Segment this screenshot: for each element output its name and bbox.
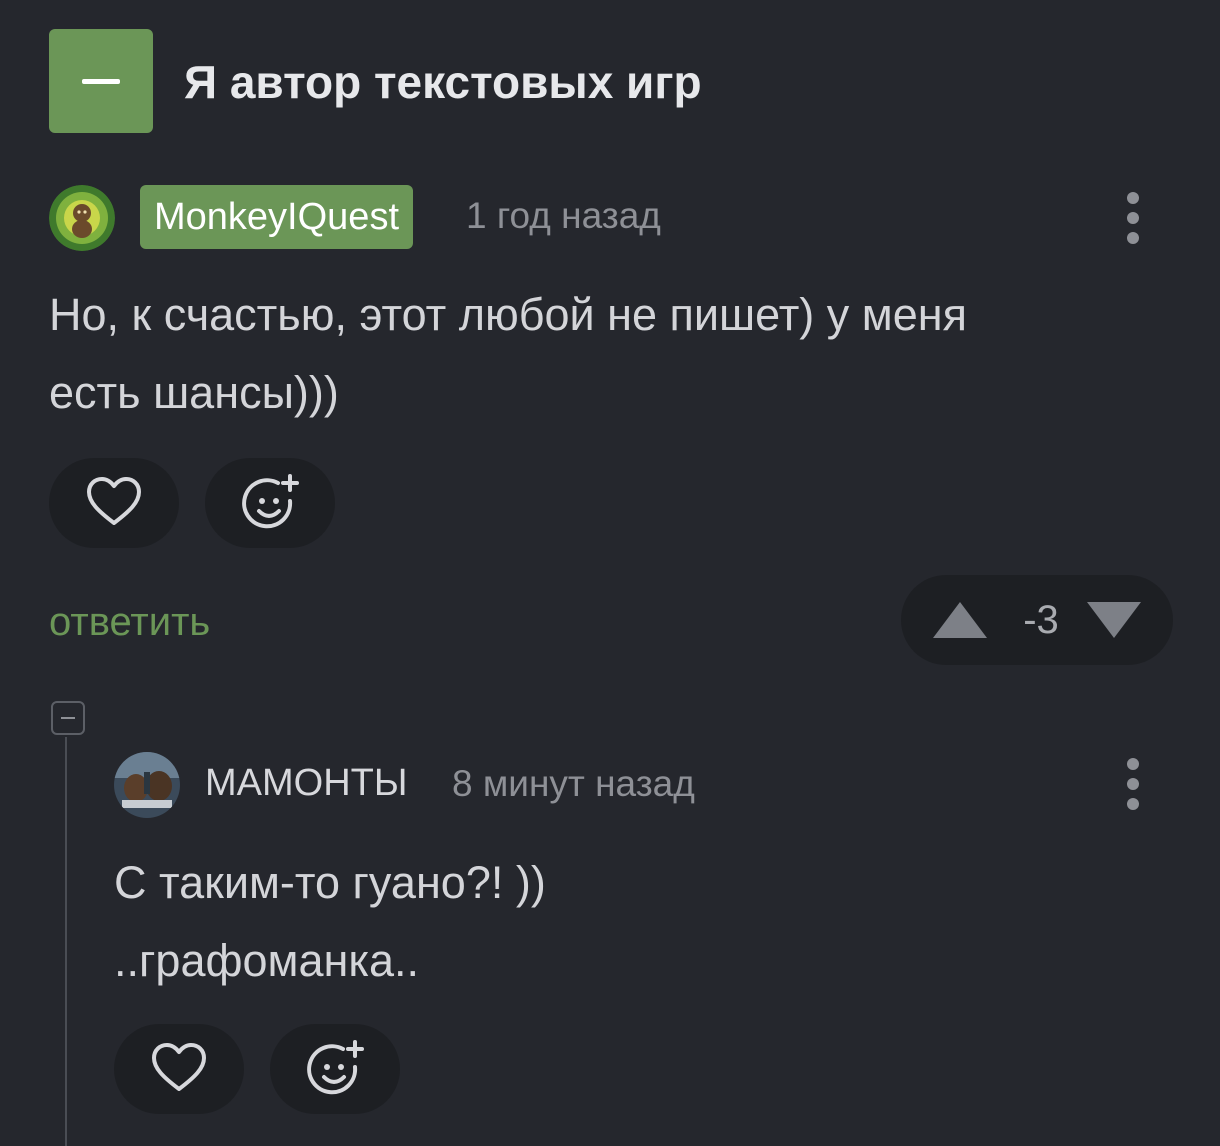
avatar[interactable]	[49, 185, 115, 251]
comment-text-line: ..графоманка..	[114, 935, 420, 986]
minus-icon	[61, 717, 75, 719]
avatar[interactable]	[114, 752, 180, 818]
comment-time: 1 год назад	[466, 195, 661, 236]
reply-link[interactable]: ответить	[49, 592, 210, 652]
author-name[interactable]: MonkeyIQuest	[140, 185, 413, 249]
collapse-post-button[interactable]	[49, 29, 153, 133]
emoji-add-icon	[242, 474, 299, 529]
triangle-down-icon[interactable]	[1085, 600, 1143, 640]
like-button[interactable]	[49, 458, 179, 548]
comment-text-line: Но, к счастью, этот любой не пишет) у ме…	[49, 289, 967, 340]
triangle-up-icon[interactable]	[931, 600, 989, 640]
react-button[interactable]	[270, 1024, 400, 1114]
comment-time: 8 минут назад	[452, 763, 695, 804]
collapse-thread-button[interactable]	[51, 701, 85, 735]
author-name[interactable]: МАМОНТЫ	[205, 753, 408, 813]
react-button[interactable]	[205, 458, 335, 548]
heart-icon	[152, 1043, 206, 1091]
like-button[interactable]	[114, 1024, 244, 1114]
post-title: Я автор текстовых игр	[184, 56, 702, 108]
thread-line[interactable]	[65, 737, 67, 1146]
emoji-add-icon	[307, 1040, 364, 1095]
comment-text-line: С таким-то гуано?! ))	[114, 857, 546, 908]
comment-text-line: есть шансы)))	[49, 367, 339, 418]
kebab-menu-icon[interactable]	[1121, 186, 1145, 250]
heart-icon	[87, 477, 141, 525]
kebab-menu-icon[interactable]	[1121, 752, 1145, 816]
rating-count: -3	[1023, 598, 1059, 642]
minus-icon	[82, 79, 120, 84]
